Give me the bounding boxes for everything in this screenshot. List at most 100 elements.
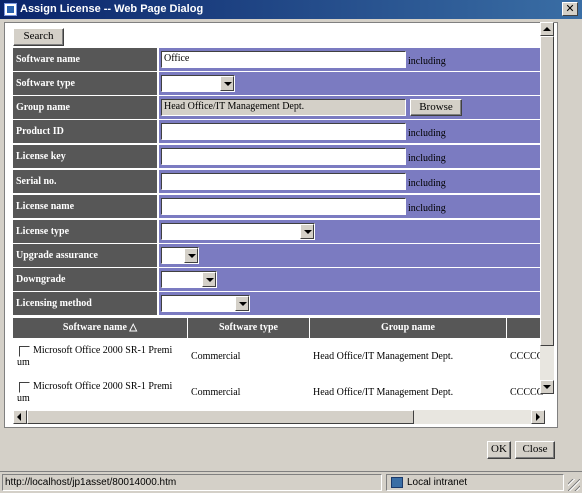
license-name-including: including: [408, 203, 446, 214]
group-name-input: Head Office/IT Management Dept.: [161, 99, 406, 116]
license-key-label: License key: [13, 145, 158, 168]
row-divider: [13, 218, 545, 219]
license-key-including: including: [408, 153, 446, 164]
software-name-text: Microsoft Office 2000 SR-1 Premi: [33, 381, 173, 392]
software-type-label: Software type: [13, 72, 158, 95]
ok-button[interactable]: OK: [487, 441, 511, 459]
product-id-input[interactable]: [161, 123, 406, 140]
cell-group-name: Head Office/IT Management Dept.: [310, 338, 507, 374]
row-checkbox[interactable]: [19, 382, 30, 393]
scroll-up-icon[interactable]: [540, 22, 554, 36]
search-button[interactable]: Search: [13, 28, 64, 46]
dialog-content: Search Software name Office including So…: [4, 22, 558, 428]
browse-button[interactable]: Browse: [410, 99, 462, 116]
row-software-type: Software type: [13, 72, 545, 96]
license-name-cell: including: [159, 195, 545, 218]
horizontal-scrollbar[interactable]: [13, 410, 545, 424]
software-name-input[interactable]: Office: [161, 51, 406, 68]
upgrade-assurance-label: Upgrade assurance: [13, 244, 158, 267]
status-bar: http://localhost/jp1asset/80014000.htm L…: [0, 471, 582, 493]
sort-ascending-icon: △: [129, 322, 138, 333]
column-header-group-name[interactable]: Group name: [310, 318, 507, 338]
downgrade-select[interactable]: [161, 271, 217, 288]
serial-no-input[interactable]: [161, 173, 406, 190]
license-type-cell: [159, 220, 545, 243]
dialog-app-icon: [4, 3, 17, 16]
row-divider: [13, 168, 545, 169]
cell-software-name: Microsoft Office 2000 SR-1 Premi um: [13, 374, 188, 410]
scroll-left-icon[interactable]: [13, 410, 27, 424]
software-name-cell: Office including: [159, 48, 545, 71]
close-button[interactable]: Close: [515, 441, 555, 459]
title-bar: Assign License -- Web Page Dialog ✕: [0, 0, 582, 19]
row-serial-no: Serial no. including: [13, 170, 545, 194]
licensing-method-label: Licensing method: [13, 292, 158, 315]
cell-software-type: Commercial: [188, 374, 310, 410]
license-type-select[interactable]: [161, 223, 315, 240]
downgrade-cell: [159, 268, 545, 291]
chevron-down-icon[interactable]: [202, 272, 216, 287]
group-name-cell: Head Office/IT Management Dept. Browse: [159, 96, 545, 119]
row-divider: [13, 143, 545, 144]
vertical-scrollbar[interactable]: [540, 22, 554, 394]
software-name-including: including: [408, 56, 446, 67]
downgrade-label: Downgrade: [13, 268, 158, 291]
row-upgrade-assurance: Upgrade assurance: [13, 244, 545, 268]
security-zone: Local intranet: [386, 474, 564, 491]
horizontal-scroll-thumb[interactable]: [27, 410, 414, 424]
window-close-button[interactable]: ✕: [562, 2, 578, 16]
row-license-name: License name including: [13, 195, 545, 219]
vertical-scroll-thumb[interactable]: [540, 36, 554, 346]
row-downgrade: Downgrade: [13, 268, 545, 292]
chevron-down-icon[interactable]: [184, 248, 198, 263]
upgrade-assurance-cell: [159, 244, 545, 267]
column-software-name-label: Software name: [62, 322, 127, 333]
software-type-text: Commercial: [191, 351, 241, 362]
column-header-software-type[interactable]: Software type: [188, 318, 310, 338]
license-name-label: License name: [13, 195, 158, 218]
row-checkbox[interactable]: [19, 346, 30, 357]
serial-no-cell: including: [159, 170, 545, 193]
results-grid: Software name △ Software type Group name…: [13, 318, 545, 410]
row-product-id: Product ID including: [13, 120, 545, 144]
license-key-input[interactable]: [161, 148, 406, 165]
row-license-key: License key including: [13, 145, 545, 169]
product-id-including: including: [408, 128, 446, 139]
software-name-label: Software name: [13, 48, 158, 71]
row-software-name: Software name Office including: [13, 48, 545, 72]
row-group-name: Group name Head Office/IT Management Dep…: [13, 96, 545, 120]
serial-no-including: including: [408, 178, 446, 189]
window-title: Assign License -- Web Page Dialog: [20, 3, 204, 15]
license-name-input[interactable]: [161, 198, 406, 215]
software-name-text-wrap: um: [17, 357, 30, 368]
group-name-text: Head Office/IT Management Dept.: [313, 387, 454, 398]
resize-grip-icon[interactable]: [568, 479, 580, 491]
software-name-text-wrap: um: [17, 393, 30, 404]
licensing-method-cell: [159, 292, 545, 315]
scroll-right-icon[interactable]: [531, 410, 545, 424]
cell-group-name: Head Office/IT Management Dept.: [310, 374, 507, 410]
scroll-down-icon[interactable]: [540, 380, 554, 394]
group-name-text: Head Office/IT Management Dept.: [313, 351, 454, 362]
licensing-method-select[interactable]: [161, 295, 250, 312]
group-name-label: Group name: [13, 96, 158, 119]
cell-software-name: Microsoft Office 2000 SR-1 Premi um: [13, 338, 188, 374]
extra-text: CCCCC: [510, 387, 544, 398]
upgrade-assurance-select[interactable]: [161, 247, 199, 264]
product-id-cell: including: [159, 120, 545, 143]
serial-no-label: Serial no.: [13, 170, 158, 193]
status-url: http://localhost/jp1asset/80014000.htm: [2, 474, 382, 491]
product-id-label: Product ID: [13, 120, 158, 143]
chevron-down-icon[interactable]: [235, 296, 249, 311]
software-type-text: Commercial: [191, 387, 241, 398]
column-header-software-name[interactable]: Software name △: [13, 318, 188, 338]
cell-software-type: Commercial: [188, 338, 310, 374]
software-type-cell: [159, 72, 545, 95]
chevron-down-icon[interactable]: [220, 76, 234, 91]
security-zone-label: Local intranet: [407, 477, 468, 488]
license-key-cell: including: [159, 145, 545, 168]
intranet-icon: [391, 477, 403, 488]
license-type-label: License type: [13, 220, 158, 243]
software-type-select[interactable]: [161, 75, 235, 92]
chevron-down-icon[interactable]: [300, 224, 314, 239]
